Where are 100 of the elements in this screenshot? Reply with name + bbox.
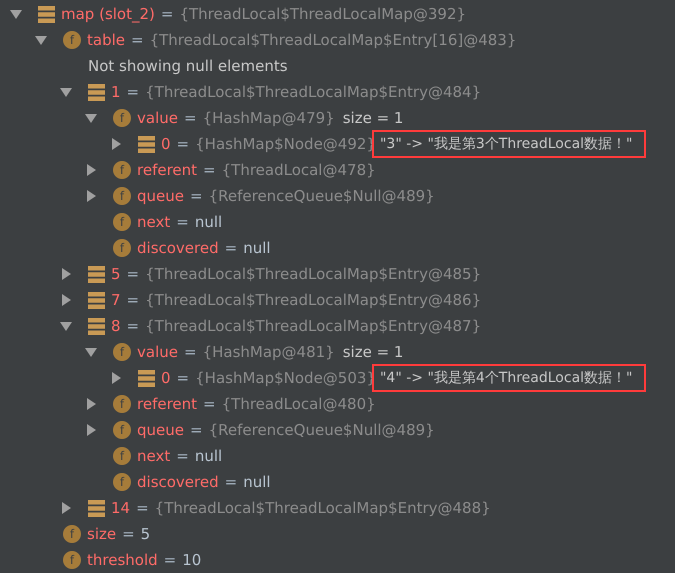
expand-arrow-icon[interactable]: [85, 164, 97, 176]
size-label: size = 1: [342, 343, 404, 361]
field-icon: f: [113, 421, 131, 439]
list-icon: [138, 136, 155, 152]
equals-sign: =: [126, 291, 140, 309]
equals-sign: =: [224, 473, 238, 491]
size-label: size = 1: [342, 109, 404, 127]
equals-sign: =: [126, 83, 140, 101]
expand-arrow-icon[interactable]: [110, 372, 122, 384]
variable-value: {ThreadLocal$ThreadLocalMap$Entry[16]@483}: [150, 31, 516, 49]
equals-sign: =: [160, 5, 174, 23]
field-icon: f: [63, 551, 81, 569]
variable-value: null: [243, 239, 271, 257]
equals-sign: =: [224, 239, 238, 257]
equals-sign: =: [176, 369, 190, 387]
list-icon: [138, 370, 155, 386]
variable-value: {ThreadLocal$ThreadLocalMap$Entry@486}: [145, 291, 482, 309]
field-icon: f: [113, 109, 131, 127]
variable-name: next: [137, 447, 170, 465]
equals-sign: =: [164, 551, 176, 569]
field-icon: f: [113, 473, 131, 491]
variable-value: null: [243, 473, 271, 491]
expand-arrow-icon[interactable]: [110, 138, 122, 150]
field-icon: f: [113, 395, 131, 413]
variable-name: threshold: [87, 551, 158, 569]
equals-sign: =: [131, 31, 144, 49]
expand-arrow-icon[interactable]: [85, 424, 97, 436]
list-icon: [38, 6, 55, 22]
list-icon: [88, 266, 105, 282]
list-icon: [88, 500, 105, 516]
variable-value: {ThreadLocal$ThreadLocalMap$Entry@488}: [154, 499, 491, 517]
variable-value: {ThreadLocal@478}: [222, 161, 376, 179]
variable-name: 1: [111, 83, 121, 101]
collapse-arrow-icon[interactable]: [60, 320, 72, 332]
variable-value: {ThreadLocal$ThreadLocalMap@392}: [179, 5, 466, 23]
equals-sign: =: [184, 109, 197, 127]
variable-name: queue: [137, 421, 184, 439]
variable-name: referent: [137, 161, 198, 179]
variable-name: 7: [111, 291, 121, 309]
collapse-arrow-icon[interactable]: [35, 34, 47, 46]
list-icon: [88, 318, 105, 334]
variable-name: next: [137, 213, 170, 231]
variable-name: table: [87, 31, 125, 49]
list-icon: [88, 292, 105, 308]
variable-name: referent: [137, 395, 198, 413]
expand-arrow-icon[interactable]: [85, 398, 97, 410]
field-icon: f: [113, 161, 131, 179]
highlighted-entry: "4" -> "我是第4个ThreadLocal数据！": [372, 364, 646, 392]
variable-value: null: [194, 447, 222, 465]
field-icon: f: [113, 447, 131, 465]
collapse-arrow-icon[interactable]: [85, 346, 97, 358]
equals-sign: =: [126, 265, 140, 283]
variable-value: null: [194, 213, 222, 231]
variable-value: 10: [182, 551, 202, 569]
variable-value: {HashMap@479}: [202, 109, 335, 127]
expand-arrow-icon[interactable]: [60, 268, 72, 280]
variable-name: 0: [161, 369, 171, 387]
variable-name: 8: [111, 317, 121, 335]
note-text: Not showing null elements: [88, 57, 288, 75]
equals-sign: =: [190, 421, 203, 439]
variable-name: 0: [161, 135, 171, 153]
variable-value: 5: [140, 525, 150, 543]
list-icon: [88, 84, 105, 100]
equals-sign: =: [203, 161, 216, 179]
expand-arrow-icon[interactable]: [85, 190, 97, 202]
equals-sign: =: [136, 499, 149, 517]
variable-name: queue: [137, 187, 184, 205]
field-icon: f: [113, 187, 131, 205]
collapse-arrow-icon[interactable]: [10, 8, 22, 20]
field-icon: f: [63, 525, 81, 543]
equals-sign: =: [203, 395, 216, 413]
equals-sign: =: [190, 187, 203, 205]
variable-name: discovered: [137, 239, 219, 257]
variable-value: {HashMap@481}: [202, 343, 335, 361]
field-icon: f: [113, 343, 131, 361]
variable-value: {ReferenceQueue$Null@489}: [208, 421, 435, 439]
expand-arrow-icon[interactable]: [60, 502, 72, 514]
variable-name: size: [87, 525, 116, 543]
collapse-arrow-icon[interactable]: [60, 86, 72, 98]
equals-sign: =: [122, 525, 135, 543]
variable-name: discovered: [137, 473, 219, 491]
collapse-arrow-icon[interactable]: [85, 112, 97, 124]
highlighted-entry: "3" -> "我是第3个ThreadLocal数据！": [372, 130, 646, 158]
variable-name: map (slot_2): [61, 5, 155, 23]
equals-sign: =: [184, 343, 197, 361]
expand-arrow-icon[interactable]: [60, 294, 72, 306]
variable-name: 5: [111, 265, 121, 283]
variable-value: {ThreadLocal$ThreadLocalMap$Entry@487}: [145, 317, 482, 335]
variable-value: {ThreadLocal@480}: [222, 395, 376, 413]
field-icon: f: [63, 31, 81, 49]
variable-value: {ThreadLocal$ThreadLocalMap$Entry@485}: [145, 265, 482, 283]
variable-name: value: [137, 343, 178, 361]
variable-name: value: [137, 109, 178, 127]
equals-sign: =: [176, 135, 190, 153]
equals-sign: =: [126, 317, 140, 335]
variable-value: {ThreadLocal$ThreadLocalMap$Entry@484}: [145, 83, 482, 101]
equals-sign: =: [176, 213, 189, 231]
variable-name: 14: [111, 499, 130, 517]
variable-value: {ReferenceQueue$Null@489}: [208, 187, 435, 205]
field-icon: f: [113, 239, 131, 257]
